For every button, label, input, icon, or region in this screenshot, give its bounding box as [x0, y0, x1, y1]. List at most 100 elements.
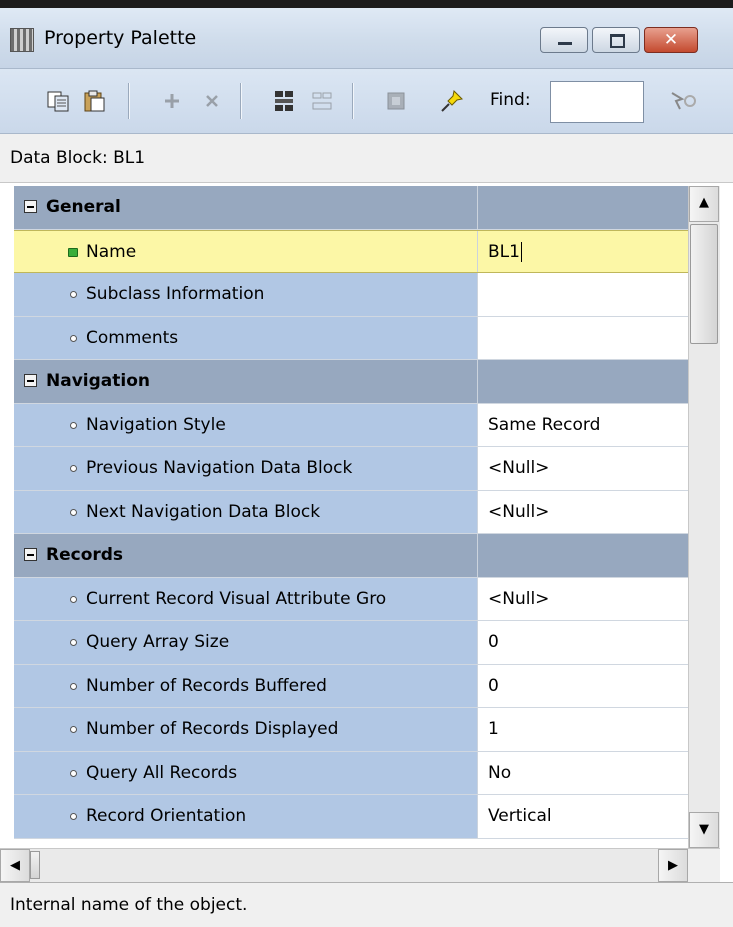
window-title: Property Palette — [44, 27, 197, 49]
find-label: Find: — [490, 90, 531, 110]
property-label: Navigation Style — [86, 414, 226, 435]
property-value: BL1 — [488, 241, 520, 262]
property-row-name[interactable]: Name BL1 — [14, 229, 688, 273]
horizontal-scrollbar[interactable]: ◀ ▶ — [0, 848, 688, 882]
add-property-icon[interactable] — [160, 89, 184, 113]
close-icon: ✕ — [663, 30, 679, 50]
property-label: Name — [86, 241, 137, 262]
toolbar-separator — [240, 83, 241, 119]
property-row-current-record-visual-attribute-group[interactable]: Current Record Visual Attribute Gro <Nul… — [14, 577, 688, 621]
toolbar: Find: — [0, 69, 733, 134]
default-property-icon — [70, 813, 77, 820]
vertical-scroll-thumb[interactable] — [690, 224, 718, 344]
down-arrow-icon: ▼ — [699, 822, 709, 837]
title-bar[interactable]: Property Palette ✕ — [0, 8, 733, 69]
property-label: Comments — [86, 327, 179, 348]
union-icon[interactable] — [272, 89, 296, 113]
default-property-icon — [70, 465, 77, 472]
find-icon[interactable] — [668, 89, 698, 113]
vertical-scrollbar[interactable]: ▲ ▼ — [688, 186, 720, 848]
collapse-minus-icon[interactable] — [24, 200, 37, 213]
object-context-line: Data Block: BL1 — [0, 134, 733, 183]
group-row-navigation[interactable]: Navigation — [14, 360, 688, 404]
property-label: Current Record Visual Attribute Gro — [86, 588, 387, 609]
paste-properties-icon[interactable] — [82, 89, 106, 113]
horizontal-scroll-thumb[interactable] — [30, 851, 40, 879]
close-button[interactable]: ✕ — [644, 27, 698, 53]
property-label: Record Orientation — [86, 806, 247, 826]
maximize-button[interactable] — [592, 27, 640, 53]
property-grid: General Name BL1 Subclass Information Co… — [14, 186, 688, 848]
property-value[interactable]: <Null> — [478, 577, 688, 620]
scroll-up-button[interactable]: ▲ — [689, 186, 719, 222]
up-arrow-icon: ▲ — [699, 195, 709, 210]
status-text: Internal name of the object. — [10, 895, 248, 915]
changed-property-icon — [68, 247, 78, 257]
collapse-minus-icon[interactable] — [24, 374, 37, 387]
property-value[interactable]: 1 — [478, 708, 688, 751]
property-label: Number of Records Displayed — [86, 719, 339, 739]
intersection-icon[interactable] — [310, 89, 334, 113]
property-value-input[interactable]: BL1 — [478, 230, 688, 272]
property-row-query-array-size[interactable]: Query Array Size 0 — [14, 621, 688, 665]
property-value[interactable]: No — [478, 751, 688, 794]
toolbar-separator — [128, 83, 129, 119]
property-value[interactable]: Same Record — [478, 403, 688, 446]
default-property-icon — [70, 726, 77, 733]
object-context-text: Data Block: BL1 — [10, 148, 146, 168]
property-row-next-navigation-data-block[interactable]: Next Navigation Data Block <Null> — [14, 490, 688, 534]
group-row-general[interactable]: General — [14, 186, 688, 230]
default-property-icon — [70, 508, 77, 516]
property-label: Query Array Size — [86, 632, 230, 652]
scroll-right-button[interactable]: ▶ — [658, 849, 688, 882]
default-property-icon — [70, 291, 77, 298]
group-label: General — [46, 197, 121, 217]
property-value[interactable]: 0 — [478, 621, 688, 664]
default-property-icon — [70, 769, 77, 777]
text-cursor — [520, 241, 522, 262]
default-property-icon — [70, 639, 77, 646]
default-property-icon — [70, 595, 77, 603]
property-row-navigation-style[interactable]: Navigation Style Same Record — [14, 403, 688, 447]
default-property-icon — [70, 421, 77, 429]
right-arrow-icon: ▶ — [668, 858, 678, 873]
scrollbar-corner — [688, 848, 720, 882]
group-row-records[interactable]: Records — [14, 534, 688, 578]
collapse-minus-icon[interactable] — [24, 548, 37, 561]
property-row-number-of-records-displayed[interactable]: Number of Records Displayed 1 — [14, 708, 688, 752]
property-palette-icon — [10, 28, 34, 52]
toolbar-separator — [352, 83, 353, 119]
scroll-down-button[interactable]: ▼ — [689, 812, 719, 848]
property-row-subclass-information[interactable]: Subclass Information — [14, 273, 688, 317]
property-value[interactable] — [478, 273, 688, 316]
find-input[interactable] — [550, 81, 644, 123]
property-label: Number of Records Buffered — [86, 675, 327, 696]
property-row-record-orientation[interactable]: Record Orientation Vertical — [14, 795, 688, 839]
property-row-query-all-records[interactable]: Query All Records No — [14, 751, 688, 795]
property-value[interactable]: Vertical — [478, 795, 688, 838]
property-value[interactable]: 0 — [478, 664, 688, 707]
scroll-left-button[interactable]: ◀ — [0, 849, 30, 882]
property-label: Subclass Information — [86, 284, 265, 304]
minimize-button[interactable] — [540, 27, 588, 53]
property-row-previous-navigation-data-block[interactable]: Previous Navigation Data Block <Null> — [14, 447, 688, 491]
inherit-icon[interactable] — [384, 89, 408, 113]
property-value[interactable]: <Null> — [478, 490, 688, 533]
window-top-edge — [0, 0, 733, 8]
property-label: Previous Navigation Data Block — [86, 458, 353, 478]
group-label: Records — [46, 545, 124, 565]
group-label: Navigation — [46, 371, 150, 391]
property-label: Next Navigation Data Block — [86, 501, 321, 522]
copy-properties-icon[interactable] — [46, 89, 70, 113]
delete-property-icon[interactable] — [200, 89, 224, 113]
freeze-pin-icon[interactable] — [440, 89, 464, 113]
status-bar: Internal name of the object. — [0, 882, 733, 927]
property-value[interactable]: <Null> — [478, 447, 688, 490]
property-row-comments[interactable]: Comments — [14, 316, 688, 360]
default-property-icon — [70, 682, 77, 690]
left-arrow-icon: ◀ — [10, 858, 20, 873]
property-label: Query All Records — [86, 762, 238, 783]
property-value[interactable] — [478, 316, 688, 359]
property-row-number-of-records-buffered[interactable]: Number of Records Buffered 0 — [14, 664, 688, 708]
default-property-icon — [70, 334, 77, 342]
